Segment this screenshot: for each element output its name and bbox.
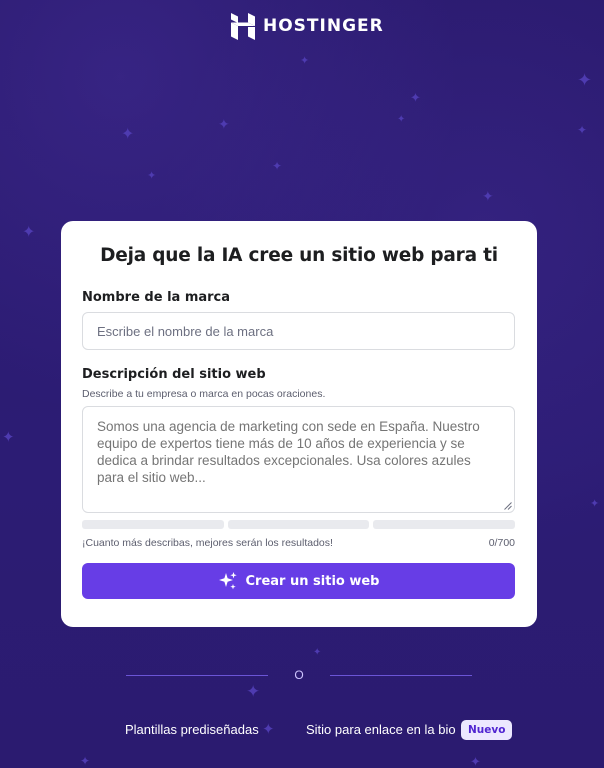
description-textarea[interactable]	[82, 406, 515, 513]
sparkle-star-icon: ✦	[147, 169, 157, 182]
sparkle-star-icon: ✦	[2, 428, 15, 446]
sparkle-star-icon: ✦	[397, 114, 406, 125]
hostinger-logo-icon	[231, 12, 255, 40]
description-meta-row: ¡Cuanto más describas, mejores serán los…	[82, 537, 515, 549]
sparkle-star-icon: ✦	[482, 189, 494, 205]
divider-text: O	[294, 668, 304, 682]
create-website-button-label: Crear un sitio web	[245, 573, 380, 589]
card-title: Deja que la IA cree un sitio web para ti	[100, 245, 498, 266]
brand-name: HOSTINGER	[263, 16, 384, 36]
sparkle-star-icon: ✦	[590, 497, 600, 510]
sparkle-star-icon: ✦	[80, 754, 91, 768]
sparkle-star-icon: ✦	[218, 117, 230, 133]
sparkle-star-icon: ✦	[22, 222, 36, 241]
sparkle-star-icon: ✦	[313, 647, 322, 658]
alternative-options: Plantillas prediseñadas Sitio para enlac…	[0, 719, 604, 741]
templates-link[interactable]: Plantillas prediseñadas	[125, 722, 259, 737]
progress-segment	[227, 520, 370, 529]
brand-name-label: Nombre de la marca	[82, 290, 231, 305]
divider-line	[330, 674, 472, 676]
or-divider: O	[126, 668, 472, 682]
new-badge: Nuevo	[461, 720, 513, 740]
hostinger-logo[interactable]: HOSTINGER	[231, 12, 384, 40]
sparkle-star-icon: ✦	[300, 54, 310, 67]
sparkle-star-icon: ✦	[272, 159, 283, 173]
create-website-button[interactable]: Crear un sitio web	[82, 563, 515, 599]
character-counter: 0/700	[488, 537, 515, 549]
sparkle-star-icon: ✦	[246, 682, 261, 702]
description-progress-bar	[82, 520, 516, 529]
progress-segment	[373, 520, 516, 529]
description-label: Descripción del sitio web	[82, 367, 266, 382]
ai-builder-card: Deja que la IA cree un sitio web para ti…	[61, 221, 537, 627]
sparkle-star-icon: ✦	[470, 755, 481, 768]
description-field-wrapper	[82, 406, 515, 513]
sparkle-star-icon: ✦	[577, 123, 588, 137]
sparkles-icon	[218, 572, 237, 590]
sparkle-star-icon: ✦	[410, 91, 421, 106]
sparkle-star-icon: ✦	[577, 70, 593, 91]
resize-handle-icon[interactable]	[504, 502, 512, 510]
description-hint: ¡Cuanto más describas, mejores serán los…	[82, 537, 333, 549]
brand-name-input[interactable]	[82, 312, 515, 350]
divider-line	[126, 674, 268, 676]
progress-segment	[82, 520, 224, 529]
description-helper-text: Describe a tu empresa o marca en pocas o…	[82, 388, 326, 400]
sparkle-star-icon: ✦	[121, 124, 135, 143]
link-in-bio-link[interactable]: Sitio para enlace en la bio	[306, 722, 456, 737]
